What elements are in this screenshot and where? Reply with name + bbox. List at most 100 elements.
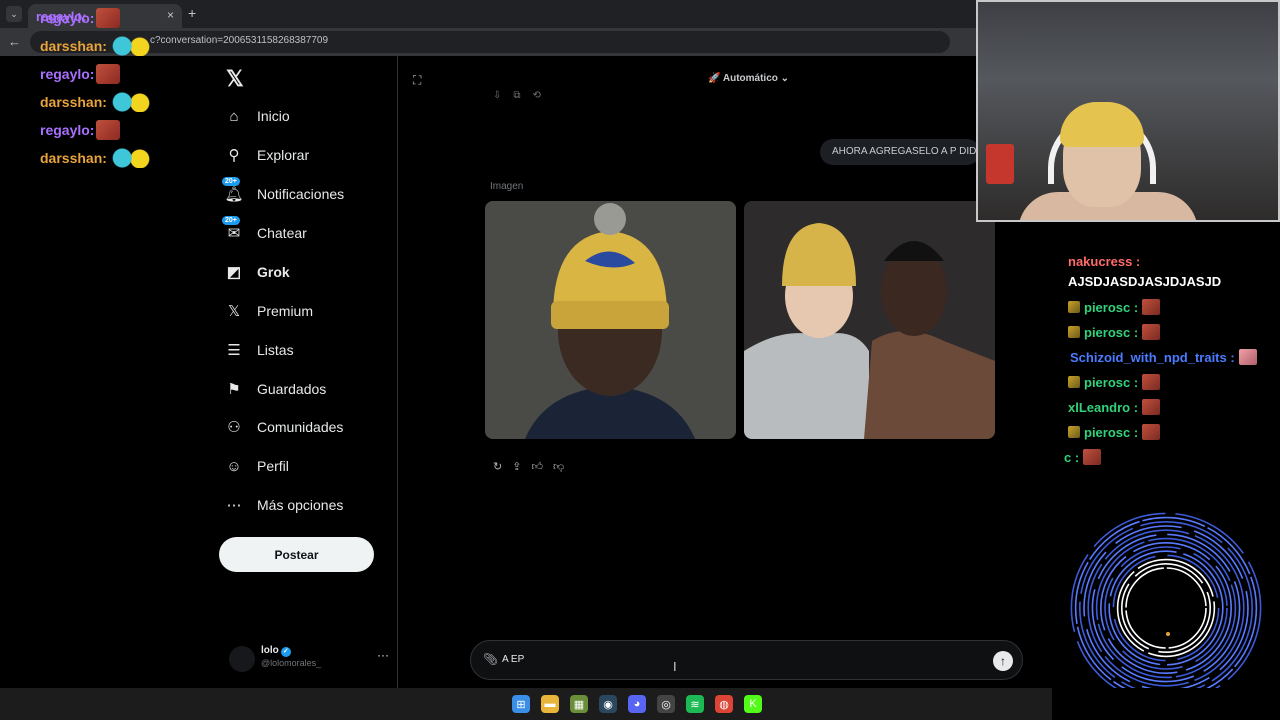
- x-logo-icon[interactable]: 𝕏: [226, 66, 244, 92]
- audio-visualizer: [1070, 512, 1262, 704]
- verified-badge-icon: ✓: [280, 647, 291, 657]
- expand-icon[interactable]: ⛶: [413, 73, 421, 88]
- sidebar-item-listas[interactable]: ☰ Listas: [225, 338, 293, 362]
- sidebar-item-perfil[interactable]: ☺ Perfil: [225, 454, 289, 478]
- sidebar-item-más-opciones[interactable]: ⋯ Más opciones: [225, 493, 344, 517]
- chat-message: pierosc :: [1068, 424, 1161, 440]
- mode-selector[interactable]: 🚀 Automático ⌄: [708, 73, 789, 84]
- sidebar-item-comunidades[interactable]: ⚇ Comunidades: [225, 415, 343, 439]
- chat-message: pierosc :: [1068, 324, 1161, 340]
- app-icon[interactable]: ▦: [570, 695, 588, 713]
- chat-message: pierosc :: [1068, 374, 1161, 390]
- sidebar-item-label: Chatear: [257, 225, 307, 241]
- text-cursor-icon: I: [673, 659, 677, 674]
- chat-message: xlLeandro :: [1068, 399, 1161, 415]
- thumbs-down-icon[interactable]: 👎︎: [553, 460, 564, 473]
- avatar: [229, 646, 255, 672]
- account-switcher[interactable]: lolo ✓ @lolomorales_ ···: [229, 644, 389, 680]
- visualizer-ring: [1125, 567, 1207, 649]
- chat-message: Schizoid_with_npd_traits :: [1070, 349, 1257, 365]
- chat-username: darsshan:: [40, 150, 107, 166]
- generated-image-2[interactable]: [744, 201, 995, 439]
- spotify-icon[interactable]: ≋: [686, 695, 704, 713]
- close-tab-icon[interactable]: ×: [167, 8, 174, 22]
- chat-emote: [96, 120, 121, 140]
- divider: [397, 56, 398, 688]
- notification-badge: 20+: [222, 177, 240, 186]
- bell-icon: 🔔︎ 20+: [222, 177, 244, 203]
- attach-icon[interactable]: 📎︎: [483, 652, 498, 666]
- sidebar-item-label: Explorar: [257, 147, 310, 163]
- copy-icon[interactable]: ⧉: [513, 90, 520, 101]
- bookmark-icon: ⚑: [227, 381, 241, 398]
- overlay-background: [1052, 688, 1280, 720]
- home-icon: ⌂: [229, 107, 239, 125]
- mod-badge-icon: [1068, 426, 1080, 438]
- post-button[interactable]: Postear: [219, 537, 374, 572]
- generated-image-1[interactable]: [485, 201, 736, 439]
- mod-badge-icon: [1068, 301, 1080, 313]
- share-icon[interactable]: ⇪: [512, 460, 521, 473]
- send-button[interactable]: ↑: [993, 651, 1013, 671]
- chat-message: AJSDJASDJASJDJASJD: [1068, 274, 1221, 289]
- sidebar-item-chatear[interactable]: ✉ 20+ Chatear: [222, 216, 307, 245]
- grok-icon: ◩: [226, 264, 242, 281]
- chat-message: regaylo:: [40, 120, 121, 140]
- chrome-icon[interactable]: ◍: [715, 695, 733, 713]
- windows-start-icon[interactable]: ⊞: [512, 695, 530, 713]
- kick-icon[interactable]: K: [744, 695, 762, 713]
- more-circle-icon: ⋯: [226, 497, 242, 514]
- person-icon: ☺: [226, 457, 242, 475]
- visualizer-ring: [1116, 558, 1216, 658]
- chat-username: Schizoid_with_npd_traits :: [1070, 349, 1235, 365]
- profile-handle: @lolomorales_: [261, 658, 322, 668]
- visualizer-ring: [1091, 533, 1241, 683]
- chat-username: c :: [1064, 449, 1080, 465]
- chat-message: nakucress :: [1068, 254, 1140, 269]
- sidebar-item-label: Comunidades: [257, 419, 344, 435]
- chat-emote: [108, 148, 153, 168]
- mod-badge-icon: [1068, 326, 1080, 338]
- discord-icon[interactable]: ◕: [628, 695, 646, 713]
- chat-message: darsshan:: [40, 148, 153, 168]
- regenerate-icon[interactable]: ↻: [493, 460, 502, 473]
- chat-emote: [96, 8, 121, 28]
- chat-emote: [1142, 299, 1161, 315]
- download-icon[interactable]: ⇩: [493, 90, 501, 101]
- visualizer-ring: [1087, 529, 1245, 687]
- response-actions: ↻ ⇪ 👍︎ 👎︎: [493, 460, 564, 473]
- sidebar-item-label: Notificaciones: [257, 186, 345, 202]
- sidebar-item-guardados[interactable]: ⚑ Guardados: [225, 377, 326, 401]
- message-composer[interactable]: 📎︎ A EP ↑: [470, 640, 1023, 680]
- steam-icon[interactable]: ◉: [599, 695, 617, 713]
- sidebar-item-inicio[interactable]: ⌂ Inicio: [225, 104, 290, 128]
- url-text: c?conversation=2006531158268387709: [150, 35, 329, 46]
- visualizer-ring: [1074, 516, 1258, 700]
- new-tab-icon[interactable]: +: [188, 5, 196, 21]
- chat-username: darsshan:: [40, 38, 107, 54]
- chat-username: nakucress :: [1068, 254, 1141, 269]
- back-icon[interactable]: ←: [8, 34, 21, 49]
- chat-emote: [1083, 449, 1102, 465]
- sidebar-item-notificaciones[interactable]: 🔔︎ 20+ Notificaciones: [222, 177, 345, 206]
- file-explorer-icon[interactable]: ▬: [541, 695, 559, 713]
- sidebar-item-grok[interactable]: ◩ Grok: [225, 260, 290, 284]
- chat-emote: [96, 64, 121, 84]
- tab-list-icon[interactable]: ⌄: [6, 6, 22, 22]
- image-label: Imagen: [490, 181, 524, 192]
- chat-emote: [1142, 424, 1161, 440]
- retry-icon[interactable]: ⟲: [533, 90, 541, 101]
- chat-emote: [1142, 399, 1161, 415]
- mail-icon: ✉ 20+: [222, 216, 243, 242]
- chat-message: c :: [1064, 449, 1102, 465]
- more-icon[interactable]: ···: [377, 648, 389, 662]
- visualizer-dot: [1166, 632, 1170, 636]
- obs-icon[interactable]: ◎: [657, 695, 675, 713]
- composer-input[interactable]: A EP: [502, 654, 524, 665]
- sidebar-item-label: Inicio: [257, 108, 290, 124]
- chat-username: regaylo:: [40, 122, 95, 138]
- chat-username: pierosc :: [1084, 424, 1139, 440]
- thumbs-up-icon[interactable]: 👍︎: [531, 460, 543, 473]
- sidebar-item-premium[interactable]: 𝕏 Premium: [225, 299, 313, 323]
- sidebar-item-explorar[interactable]: ⚲ Explorar: [225, 143, 310, 167]
